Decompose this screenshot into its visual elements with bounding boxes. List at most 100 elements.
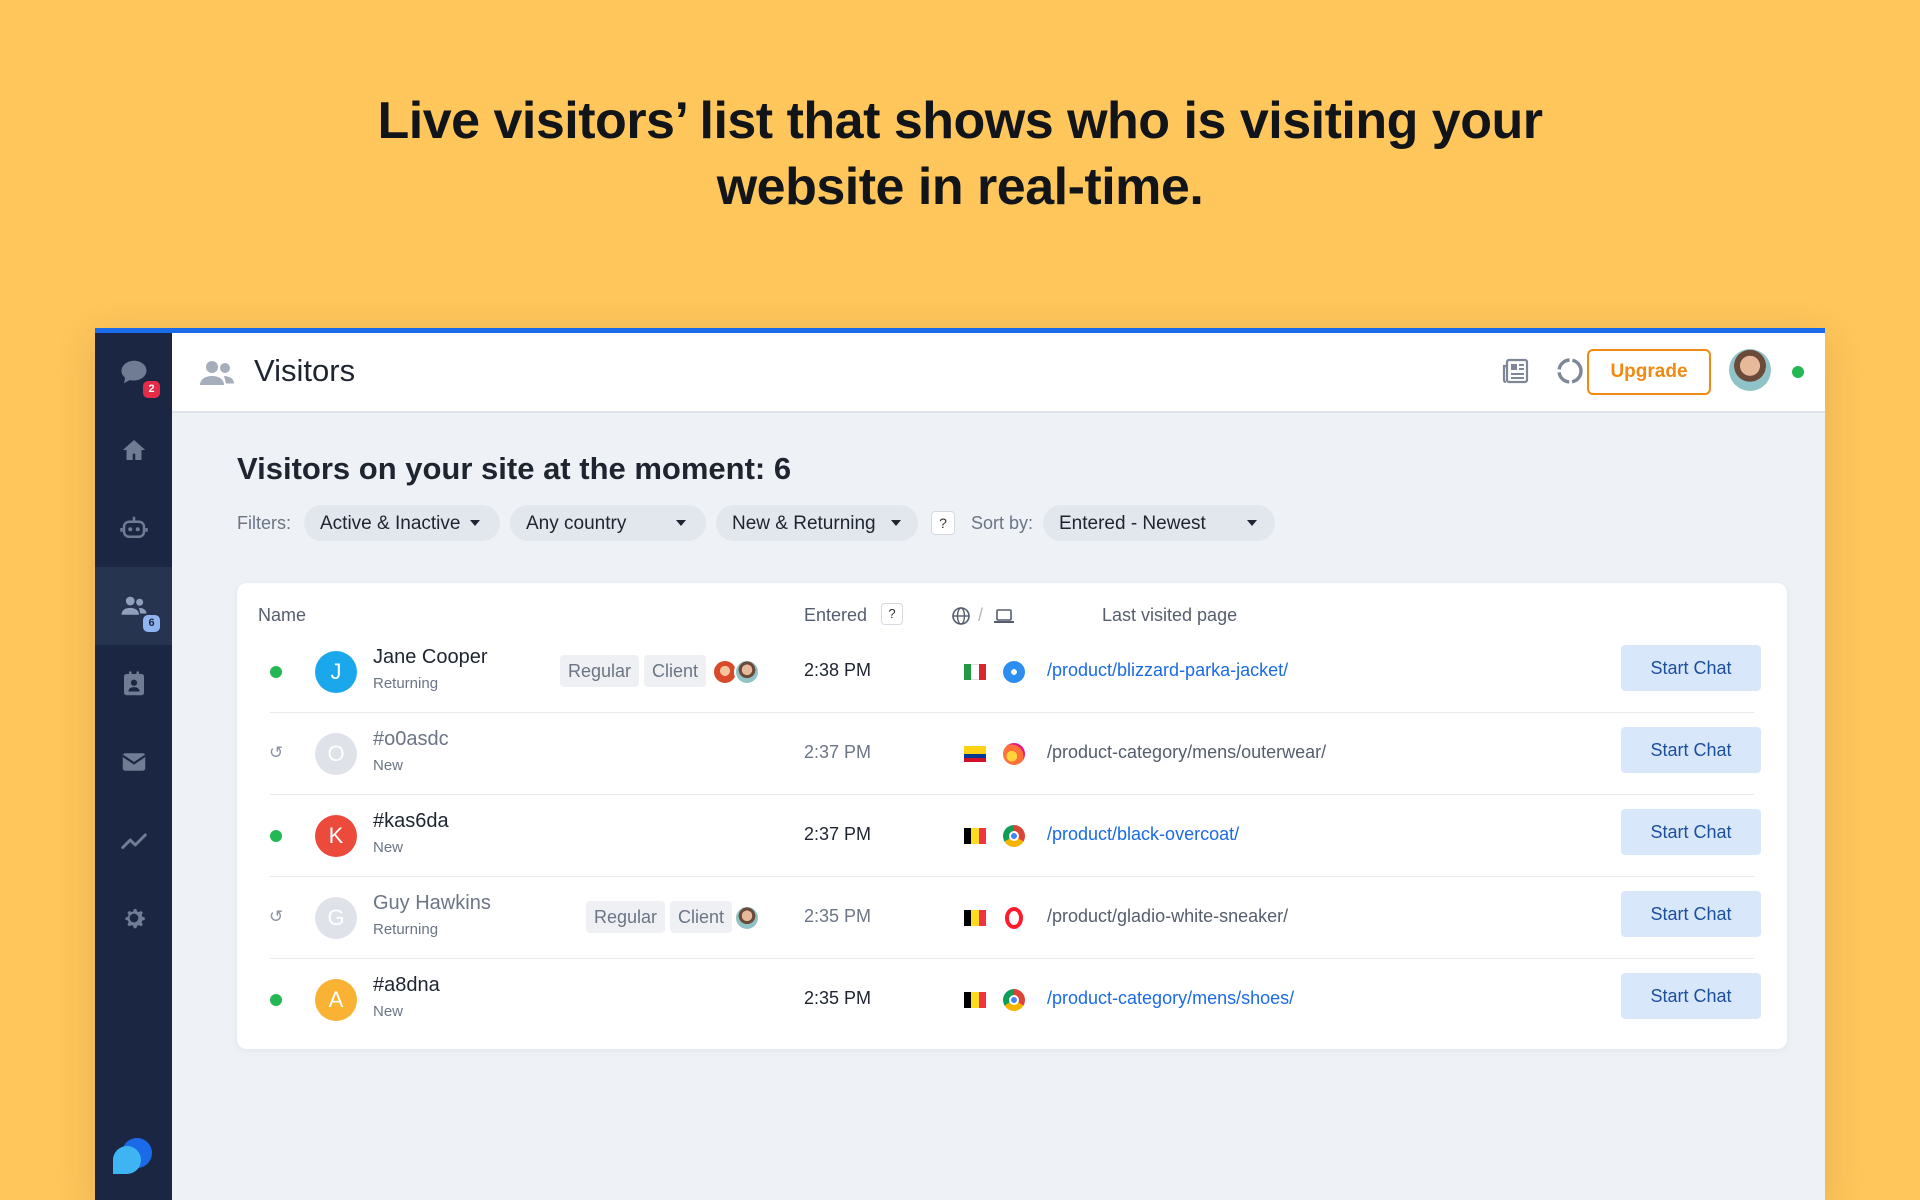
avatar: G xyxy=(315,897,357,939)
analytics-icon xyxy=(120,833,147,849)
table-row[interactable]: ↺ G Guy Hawkins Returning Regular Client… xyxy=(269,877,1761,959)
last-visited-page-link[interactable]: /product/blizzard-parka-jacket/ xyxy=(1047,660,1288,681)
headline: Live visitors’ list that shows who is vi… xyxy=(0,88,1920,220)
start-chat-button[interactable]: Start Chat xyxy=(1621,891,1761,937)
visitor-name[interactable]: #kas6da xyxy=(373,810,449,833)
laptop-icon xyxy=(994,609,1014,623)
visitor-type: Returning xyxy=(373,921,439,938)
upgrade-button[interactable]: Upgrade xyxy=(1587,349,1711,395)
active-status-dot xyxy=(270,994,282,1006)
visitors-badge: 6 xyxy=(143,615,160,632)
visitor-name[interactable]: #a8dna xyxy=(373,974,440,997)
entered-time: 2:38 PM xyxy=(804,660,872,680)
sidebar-item-settings[interactable] xyxy=(95,879,172,957)
caret-down-icon xyxy=(891,520,901,526)
agent-avatar xyxy=(734,659,760,685)
visitors-title-icon xyxy=(200,361,234,385)
column-last-visited-page: Last visited page xyxy=(1102,605,1238,625)
belgium-flag-icon xyxy=(964,910,986,926)
visitor-name[interactable]: #o0asdc xyxy=(373,728,449,751)
visitor-type: New xyxy=(373,757,404,774)
active-status-dot xyxy=(270,830,282,842)
table-row[interactable]: A #a8dna New 2:35 PM /product-category/m… xyxy=(270,959,1761,1041)
sort-dropdown[interactable]: Entered - Newest xyxy=(1043,505,1275,541)
visitor-type-filter-dropdown[interactable]: New & Returning xyxy=(716,505,918,541)
entered-help-button[interactable]: ? xyxy=(881,603,903,625)
headline-line-2: website in real-time. xyxy=(716,158,1204,216)
tag-client: Client xyxy=(670,901,733,933)
globe-icon xyxy=(952,607,970,625)
user-avatar[interactable] xyxy=(1729,349,1771,391)
entered-time: 2:37 PM xyxy=(804,824,872,844)
headline-line-1: Live visitors’ list that shows who is vi… xyxy=(377,92,1544,150)
chrome-icon xyxy=(1003,989,1025,1011)
caret-down-icon xyxy=(1247,520,1257,526)
table-row[interactable]: ↺ O #o0asdc New 2:37 PM /product-categor… xyxy=(269,713,1761,795)
home-icon xyxy=(122,440,145,460)
last-visited-page-link[interactable]: /product/gladio-white-sneaker/ xyxy=(1047,906,1288,927)
table-row[interactable]: K #kas6da New 2:37 PM /product/black-ove… xyxy=(270,795,1761,877)
filters-bar: Filters: Active & Inactive Any country N… xyxy=(237,505,1437,541)
visitor-name[interactable]: Guy Hawkins xyxy=(373,892,491,915)
settings-icon xyxy=(125,909,145,929)
table-row[interactable]: J Jane Cooper Returning Regular Client 2… xyxy=(270,631,1761,713)
idle-status-icon: ↺ xyxy=(269,743,284,762)
app-window: 2 6 Visitors Upgrade Visitors on your si… xyxy=(95,328,1825,1200)
country-filter-dropdown[interactable]: Any country xyxy=(510,505,706,541)
last-visited-page-link[interactable]: /product-category/mens/shoes/ xyxy=(1047,988,1294,1009)
brand-logo-icon xyxy=(113,1138,152,1176)
caret-down-icon xyxy=(676,520,686,526)
avatar: K xyxy=(315,815,357,857)
column-separator: / xyxy=(978,605,984,625)
table-header: Name Entered ? / Last visited page xyxy=(237,601,1787,631)
idle-status-icon: ↺ xyxy=(269,907,284,926)
sidebar-item-inbox[interactable] xyxy=(95,723,172,801)
safari-icon xyxy=(1003,661,1025,683)
news-icon[interactable] xyxy=(1500,355,1532,387)
status-ring-icon[interactable] xyxy=(1554,355,1586,387)
start-chat-button[interactable]: Start Chat xyxy=(1621,727,1761,773)
status-filter-dropdown[interactable]: Active & Inactive xyxy=(304,505,500,541)
column-entered: Entered xyxy=(804,605,868,625)
sidebar-item-home[interactable] xyxy=(95,411,172,489)
last-visited-page-link[interactable]: /product/black-overcoat/ xyxy=(1047,824,1239,845)
sidebar-item-visitors[interactable]: 6 xyxy=(95,567,172,645)
contacts-icon xyxy=(123,671,144,696)
visitor-type-filter-value: New & Returning xyxy=(732,513,876,534)
tag-regular: Regular xyxy=(560,655,640,687)
belgium-flag-icon xyxy=(964,828,986,844)
visitor-name[interactable]: Jane Cooper xyxy=(373,646,488,669)
filter-help-button[interactable]: ? xyxy=(931,511,955,535)
visitor-type: New xyxy=(373,1003,404,1020)
sidebar-item-bots[interactable] xyxy=(95,489,172,567)
sort-label: Sort by: xyxy=(971,513,1034,533)
visitors-table: Name Entered ? / Last visited page J Jan… xyxy=(237,583,1787,1049)
entered-time: 2:35 PM xyxy=(804,906,872,926)
start-chat-button[interactable]: Start Chat xyxy=(1621,645,1761,691)
sidebar-item-analytics[interactable] xyxy=(95,801,172,879)
sidebar: 2 6 xyxy=(95,333,172,1200)
active-status-dot xyxy=(270,666,282,678)
sort-value: Entered - Newest xyxy=(1059,513,1206,534)
italy-flag-icon xyxy=(964,664,986,680)
colombia-flag-icon xyxy=(964,746,986,762)
sidebar-item-contacts[interactable] xyxy=(95,645,172,723)
country-filter-value: Any country xyxy=(526,513,627,534)
column-name: Name xyxy=(258,605,307,625)
start-chat-button[interactable]: Start Chat xyxy=(1621,973,1761,1019)
firefox-icon xyxy=(1003,743,1025,765)
agent-avatar xyxy=(734,905,760,931)
caret-down-icon xyxy=(470,520,480,526)
chats-badge: 2 xyxy=(143,381,160,398)
visitors-count-heading: Visitors on your site at the moment: 6 xyxy=(237,451,792,486)
tag-regular: Regular xyxy=(586,901,666,933)
status-filter-value: Active & Inactive xyxy=(320,513,461,534)
top-bar: Visitors Upgrade xyxy=(172,333,1825,413)
sidebar-item-chats[interactable]: 2 xyxy=(95,333,172,411)
entered-time: 2:37 PM xyxy=(804,742,872,762)
mail-icon xyxy=(121,753,146,771)
last-visited-page-link[interactable]: /product-category/mens/outerwear/ xyxy=(1047,742,1326,763)
start-chat-button[interactable]: Start Chat xyxy=(1621,809,1761,855)
online-status-dot xyxy=(1792,366,1804,378)
avatar: J xyxy=(315,651,357,693)
